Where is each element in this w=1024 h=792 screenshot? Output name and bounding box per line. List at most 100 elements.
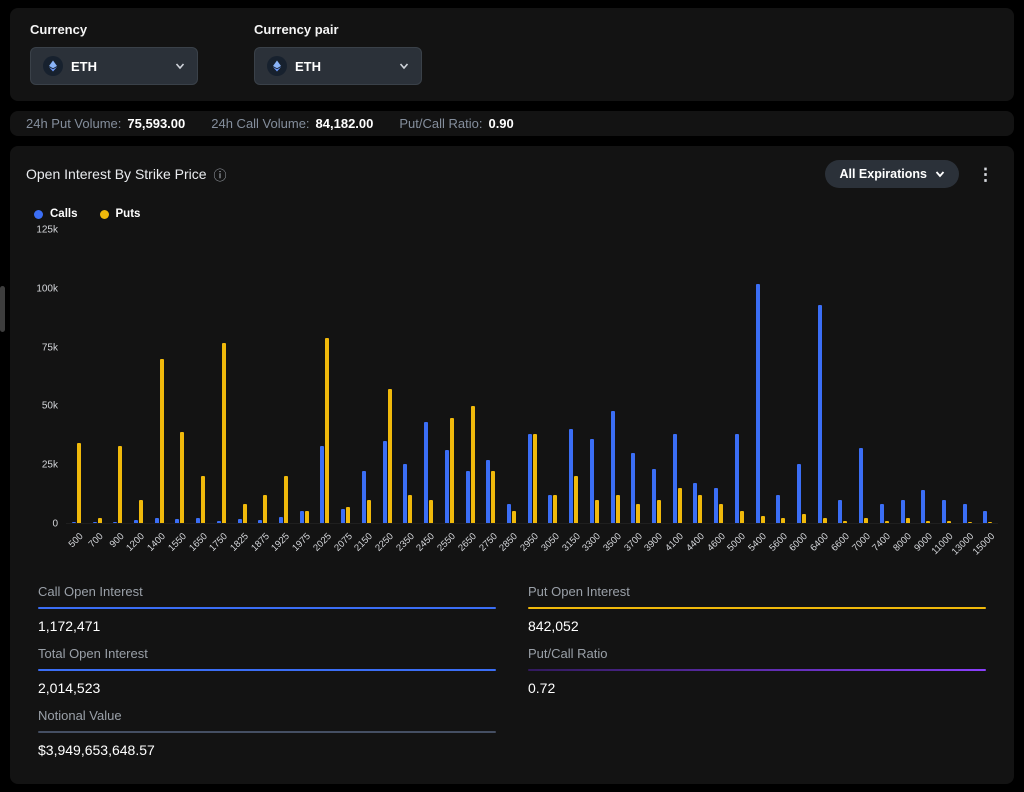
put-call-ratio-label: Put/Call Ratio: [399, 116, 482, 131]
calls-bar [983, 511, 987, 523]
all-expirations-label: All Expirations [839, 167, 927, 181]
bar-group-3300 [584, 230, 605, 523]
currency-panel: Currency ETH Currency pair ETH [10, 8, 1014, 101]
bar-group-7000 [853, 230, 874, 523]
bar-group-1750 [211, 230, 232, 523]
calls-bar [217, 521, 221, 523]
bar-group-4100 [667, 230, 688, 523]
calls-bar [93, 522, 97, 523]
calls-bar [652, 469, 656, 523]
bar-group-3500 [605, 230, 626, 523]
bar-group-13000 [957, 230, 978, 523]
bar-group-5600 [770, 230, 791, 523]
bar-group-6600 [833, 230, 854, 523]
puts-bar [657, 500, 661, 523]
put-call-ratio-value: 0.90 [488, 116, 513, 131]
calls-bar [818, 305, 822, 523]
stat-value: $3,949,653,648.57 [38, 733, 496, 758]
calls-bar [238, 519, 242, 523]
puts-bar [823, 518, 827, 523]
x-axis: 5007009001200140015501650175018251875192… [66, 524, 998, 570]
chevron-down-icon [399, 61, 409, 71]
stat-value: 842,052 [528, 609, 986, 634]
bar-group-8000 [895, 230, 916, 523]
calls-bar [797, 464, 801, 523]
y-axis: 025k50k75k100k125k [26, 230, 66, 524]
stat-label: Notional Value [38, 708, 496, 731]
calls-bar [714, 488, 718, 523]
bar-group-2025 [315, 230, 336, 523]
calls-bar [362, 471, 366, 523]
bar-group-1875 [252, 230, 273, 523]
puts-bar [429, 500, 433, 523]
calls-bar [72, 522, 76, 523]
bar-group-1550 [170, 230, 191, 523]
info-icon[interactable]: ⓘ [214, 165, 227, 184]
puts-bar [450, 418, 454, 523]
bar-group-3700 [625, 230, 646, 523]
bar-group-1200 [128, 230, 149, 523]
calls-bar [756, 284, 760, 523]
chart-legend: Calls Puts [34, 208, 998, 220]
call-volume-label: 24h Call Volume: [211, 116, 309, 131]
volume-stats-bar: 24h Put Volume: 75,593.00 24h Call Volum… [10, 111, 1014, 136]
page-scrollbar[interactable] [0, 286, 5, 332]
page: Currency ETH Currency pair ETH [0, 0, 1024, 792]
puts-bar [139, 500, 143, 523]
bar-group-1400 [149, 230, 170, 523]
bar-group-700 [87, 230, 108, 523]
calls-bar [880, 504, 884, 523]
puts-bar [263, 495, 267, 523]
stat-put-call-ratio: Put/Call Ratio 0.72 [528, 646, 986, 696]
bar-group-3150 [563, 230, 584, 523]
all-expirations-button[interactable]: All Expirations [825, 160, 959, 188]
y-tick-label: 50k [42, 401, 58, 412]
bar-group-11000 [936, 230, 957, 523]
calls-bar [963, 504, 967, 523]
bar-group-4400 [688, 230, 709, 523]
legend-item-puts[interactable]: Puts [100, 208, 141, 220]
calls-bar [258, 520, 262, 523]
put-call-ratio-stat: Put/Call Ratio: 0.90 [399, 116, 513, 131]
puts-bar [947, 521, 951, 523]
summary-stats: Call Open Interest 1,172,471 Put Open In… [26, 570, 998, 774]
puts-legend-dot [100, 210, 109, 219]
kebab-menu-icon[interactable]: ⋮ [973, 164, 998, 185]
bar-group-1975 [294, 230, 315, 523]
puts-bar [222, 343, 226, 523]
calls-legend-label: Calls [50, 208, 78, 220]
calls-bar [838, 500, 842, 523]
calls-bar [631, 453, 635, 523]
currency-dropdown[interactable]: ETH [30, 47, 198, 85]
bar-group-1650 [190, 230, 211, 523]
puts-bar [698, 495, 702, 523]
puts-bar [305, 511, 309, 523]
puts-bar [346, 507, 350, 523]
x-tick-4400: 4400 [688, 524, 709, 570]
puts-bar [180, 432, 184, 523]
legend-item-calls[interactable]: Calls [34, 208, 78, 220]
stat-label: Put/Call Ratio [528, 646, 986, 669]
bar-group-2350 [398, 230, 419, 523]
bar-group-6000 [791, 230, 812, 523]
puts-bar [781, 518, 785, 523]
calls-bar [611, 411, 615, 524]
bar-group-2450 [418, 230, 439, 523]
stat-label: Call Open Interest [38, 584, 496, 607]
chart-area: 025k50k75k100k125k 500700900120014001550… [26, 230, 998, 570]
bar-group-3050 [543, 230, 564, 523]
calls-bar [341, 509, 345, 523]
pair-label: Currency pair [254, 22, 422, 37]
bar-group-2150 [356, 230, 377, 523]
calls-bar [424, 422, 428, 523]
calls-bar [693, 483, 697, 523]
calls-bar [859, 448, 863, 523]
calls-bar [300, 511, 304, 523]
puts-bar [906, 518, 910, 523]
puts-bar [201, 476, 205, 523]
puts-bar [595, 500, 599, 523]
bar-group-2950 [522, 230, 543, 523]
puts-bar [533, 434, 537, 523]
pair-dropdown[interactable]: ETH [254, 47, 422, 85]
calls-bar [776, 495, 780, 523]
